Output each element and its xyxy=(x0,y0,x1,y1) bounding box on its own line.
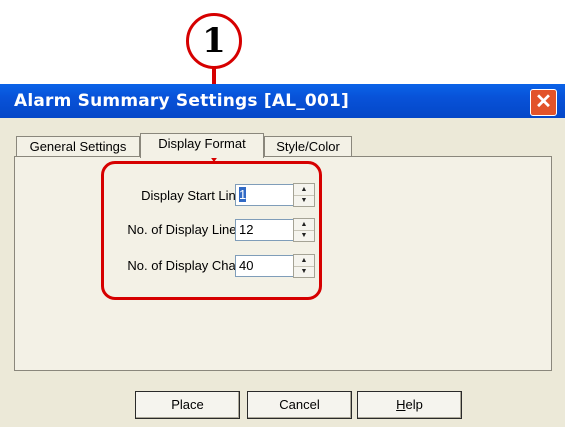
tab-label: Style/Color xyxy=(276,139,340,154)
callout-marker: 1 xyxy=(186,13,242,69)
tab-general-settings[interactable]: General Settings xyxy=(16,136,140,157)
callout-number: 1 xyxy=(202,21,226,61)
tab-label: General Settings xyxy=(29,139,127,154)
highlight-box xyxy=(101,161,322,300)
tab-display-format[interactable]: Display Format xyxy=(140,133,264,158)
place-button[interactable]: Place xyxy=(135,391,240,419)
help-mnemonic: H xyxy=(396,397,406,412)
window-title: Alarm Summary Settings [AL_001] xyxy=(14,91,349,111)
tab-label: Display Format xyxy=(158,136,246,151)
close-icon: ✕ xyxy=(535,91,552,113)
close-button[interactable]: ✕ xyxy=(530,89,557,116)
help-button[interactable]: Help xyxy=(357,391,462,419)
cancel-button[interactable]: Cancel xyxy=(247,391,352,419)
help-label: elp xyxy=(405,397,423,412)
tab-style-color[interactable]: Style/Color xyxy=(264,136,352,157)
title-bar[interactable]: Alarm Summary Settings [AL_001] ✕ xyxy=(0,84,565,118)
